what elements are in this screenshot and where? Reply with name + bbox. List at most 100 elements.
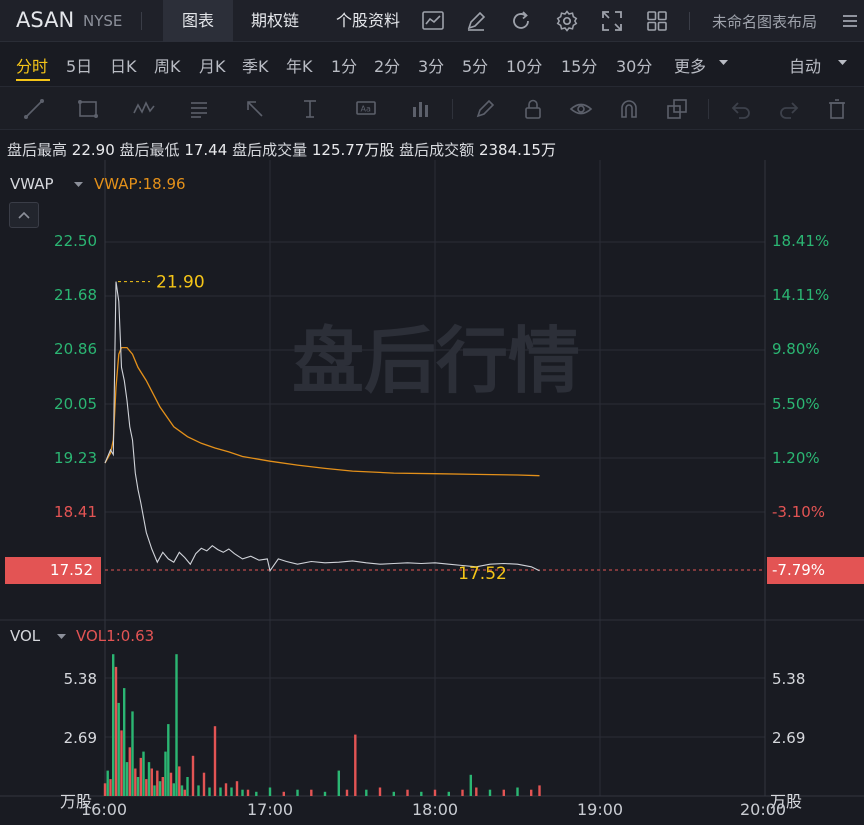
- volume-bar: [139, 757, 142, 796]
- period-daily[interactable]: 日K: [110, 53, 137, 77]
- arrow-icon[interactable]: [243, 97, 267, 121]
- chevron-up-icon: [18, 211, 30, 219]
- divider: [141, 12, 142, 30]
- period-1min[interactable]: 1分: [331, 53, 357, 77]
- volume-bar: [128, 747, 131, 796]
- line-chart-icon[interactable]: [421, 9, 445, 33]
- volume-bar: [235, 781, 239, 796]
- volume-bar: [530, 789, 533, 796]
- eye-icon[interactable]: [569, 97, 593, 121]
- rectangle-icon[interactable]: [76, 97, 100, 121]
- brush-icon[interactable]: [473, 97, 497, 121]
- volume-bar: [136, 777, 140, 796]
- layout-name[interactable]: 未命名图表布局: [712, 11, 817, 32]
- time-axis-tick: 19:00: [577, 800, 624, 819]
- chevron-down-icon[interactable]: [57, 634, 66, 640]
- refresh-icon[interactable]: [509, 9, 533, 33]
- volume-bar: [106, 770, 109, 796]
- period-5min[interactable]: 5分: [462, 53, 488, 77]
- fullscreen-icon[interactable]: [600, 9, 624, 33]
- grid-layout-icon[interactable]: [645, 9, 669, 33]
- volume-bar: [125, 762, 129, 796]
- volume-bar: [475, 787, 478, 796]
- menu-icon[interactable]: [841, 12, 859, 30]
- volume-bar: [219, 787, 222, 796]
- volume-bar: [447, 791, 450, 796]
- trash-icon[interactable]: [825, 97, 849, 121]
- annotation-icon[interactable]: Aa: [354, 97, 378, 121]
- vol-indicator-name[interactable]: VOL: [10, 627, 40, 645]
- period-intraday[interactable]: 分时: [16, 53, 48, 77]
- volume-bar: [282, 791, 285, 796]
- stat-high-value: 22.90: [71, 141, 115, 159]
- volume-bar: [150, 768, 153, 796]
- volume-bar: [123, 688, 126, 796]
- volume-bar: [169, 772, 173, 796]
- pct-axis-tick: 18.41%: [772, 232, 830, 250]
- period-30min[interactable]: 30分: [616, 53, 652, 77]
- after-hours-stats: 盘后最高 22.90 盘后最低 17.44 盘后成交量 125.77万股 盘后成…: [7, 139, 556, 160]
- pen-icon[interactable]: [464, 9, 488, 33]
- stat-high-label: 盘后最高: [7, 141, 68, 159]
- vwap-line: [104, 346, 540, 477]
- layers-icon[interactable]: [665, 97, 689, 121]
- last-price-label: 17.52: [458, 564, 507, 584]
- peak-price-label: 21.90: [156, 273, 205, 293]
- undo-icon[interactable]: [729, 97, 753, 121]
- volume-bar: [153, 785, 156, 796]
- tab-company-profile[interactable]: 个股资料: [325, 0, 411, 42]
- bars-icon[interactable]: [409, 97, 433, 121]
- magnet-icon[interactable]: [617, 97, 641, 121]
- volume-bar: [296, 789, 299, 796]
- period-5d[interactable]: 5日: [66, 53, 92, 77]
- volume-bar: [268, 787, 272, 796]
- stat-volume-value: 125.77万股: [311, 141, 395, 159]
- chevron-down-icon[interactable]: [837, 59, 848, 67]
- volume-bar: [406, 789, 409, 796]
- chevron-down-icon[interactable]: [74, 182, 83, 188]
- time-axis-tick: 18:00: [412, 800, 459, 819]
- volume-bar: [147, 762, 151, 796]
- volume-bar: [156, 770, 159, 796]
- fib-icon[interactable]: [187, 97, 211, 121]
- trend-line-icon[interactable]: [22, 97, 46, 121]
- stat-low-label: 盘后最低: [119, 141, 180, 159]
- vol-axis-tick: 2.69: [772, 729, 806, 747]
- period-2min[interactable]: 2分: [374, 53, 400, 77]
- volume-bar: [164, 751, 167, 796]
- vol-axis-tick: 5.38: [63, 670, 97, 688]
- period-more[interactable]: 更多: [674, 53, 706, 77]
- chevron-down-icon[interactable]: [718, 59, 729, 67]
- lock-icon[interactable]: [521, 97, 545, 121]
- text-cursor-icon[interactable]: [298, 97, 322, 121]
- period-weekly[interactable]: 周K: [154, 53, 181, 77]
- settings-icon[interactable]: [555, 9, 579, 33]
- period-yearly[interactable]: 年K: [286, 53, 313, 77]
- tab-chart[interactable]: 图表: [163, 0, 233, 42]
- volume-bar: [114, 666, 118, 796]
- volume-bar: [103, 783, 107, 796]
- volume-bar: [461, 789, 464, 796]
- price-axis-tick: 20.05: [54, 395, 97, 413]
- volume-bar: [420, 791, 423, 796]
- period-monthly[interactable]: 月K: [199, 53, 226, 77]
- volume-bar: [230, 787, 233, 796]
- tab-options-chain[interactable]: 期权链: [240, 0, 310, 42]
- pattern-icon[interactable]: [132, 97, 156, 121]
- price-axis-tick: 22.50: [54, 232, 97, 250]
- volume-bar: [310, 789, 313, 796]
- redo-icon[interactable]: [777, 97, 801, 121]
- watermark: 盘后行情: [292, 319, 580, 403]
- period-10min[interactable]: 10分: [506, 53, 542, 77]
- volume-bar: [378, 787, 382, 796]
- scale-mode-select[interactable]: 自动: [789, 53, 821, 77]
- volume-bar: [516, 787, 519, 796]
- period-3min[interactable]: 3分: [418, 53, 444, 77]
- vwap-indicator-name[interactable]: VWAP: [10, 175, 54, 193]
- period-quarterly[interactable]: 季K: [242, 53, 269, 77]
- collapse-button[interactable]: [9, 202, 39, 228]
- chart-grid: [0, 160, 864, 797]
- active-period-underline: [16, 79, 50, 81]
- pct-axis-tick: 9.80%: [772, 340, 820, 358]
- period-15min[interactable]: 15分: [561, 53, 597, 77]
